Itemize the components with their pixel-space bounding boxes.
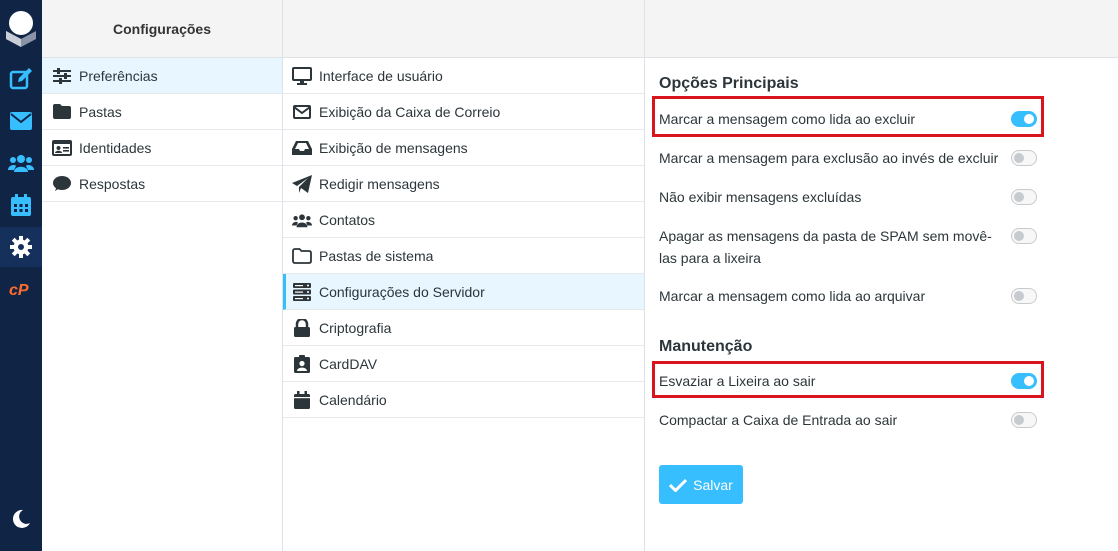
folder-icon [52, 103, 72, 121]
save-button[interactable]: Salvar [659, 465, 743, 504]
panel-title: Configurações [112, 20, 211, 37]
pref-item-encryption[interactable]: Criptografia [283, 310, 644, 346]
comment-icon [52, 175, 72, 193]
option-toggle[interactable] [1011, 228, 1037, 244]
option-label: Não exibir mensagens excluídas [659, 189, 862, 205]
paper-plane-icon [292, 174, 312, 193]
option-label: Apagar as mensagens da pasta de SPAM sem… [659, 228, 992, 266]
panel-header [283, 0, 644, 58]
option-row: Esvaziar a Lixeira ao sair [659, 370, 1037, 392]
sliders-icon [52, 67, 72, 85]
option-row: Marcar a mensagem para exclusão ao invés… [659, 147, 1037, 169]
section-item-label: Preferências [79, 67, 158, 84]
id-card-icon [52, 139, 72, 157]
pref-item-special-folders[interactable]: Pastas de sistema [283, 238, 644, 274]
pref-item-label: Pastas de sistema [319, 247, 434, 264]
pref-item-label: Contatos [319, 211, 376, 228]
pref-item-label: Redigir mensagens [319, 175, 440, 192]
option-toggle[interactable] [1011, 150, 1037, 166]
option-row: Marcar a mensagem como lida ao excluir [659, 108, 1037, 130]
section-title-main-options: Opções Principais [659, 75, 799, 92]
calendar-icon [292, 390, 312, 409]
calendar-icon[interactable] [0, 185, 42, 225]
server-settings-panel: Opções Principais Marcar a mensagem como… [645, 0, 1118, 551]
contacts-icon[interactable] [0, 143, 42, 183]
panel-header: Configurações [42, 0, 282, 58]
folder-open-icon [292, 247, 312, 265]
pref-item-compose[interactable]: Redigir mensagens [283, 166, 644, 202]
pref-item-carddav[interactable]: CardDAV [283, 346, 644, 382]
panel-header [645, 0, 1118, 58]
lock-icon [292, 318, 312, 337]
settings-sections-panel: Configurações Preferências Pastas Identi… [42, 0, 283, 551]
dark-mode-icon[interactable] [0, 499, 42, 539]
server-icon [292, 282, 312, 301]
envelope-icon [292, 103, 312, 121]
option-row: Apagar as mensagens da pasta de SPAM sem… [659, 225, 1037, 269]
section-item-folders[interactable]: Pastas [42, 94, 282, 130]
pref-item-mailbox-view[interactable]: Exibição da Caixa de Correio [283, 94, 644, 130]
pref-item-server-settings[interactable]: Configurações do Servidor [283, 274, 644, 310]
option-toggle[interactable] [1011, 412, 1037, 428]
check-icon [669, 478, 688, 492]
section-item-responses[interactable]: Respostas [42, 166, 282, 202]
section-item-label: Respostas [79, 175, 146, 192]
option-label: Marcar a mensagem como lida ao excluir [659, 111, 915, 127]
app-nav: cP [0, 0, 42, 551]
section-item-preferences[interactable]: Preferências [42, 58, 282, 94]
svg-text:cP: cP [9, 282, 29, 297]
pref-item-label: Exibição de mensagens [319, 139, 468, 156]
option-toggle[interactable] [1011, 288, 1037, 304]
address-card-icon [292, 354, 312, 373]
pref-item-label: Exibição da Caixa de Correio [319, 103, 501, 120]
pref-item-label: Criptografia [319, 319, 392, 336]
cpanel-icon[interactable]: cP [0, 269, 42, 309]
option-label: Esvaziar a Lixeira ao sair [659, 373, 816, 389]
pref-item-calendar[interactable]: Calendário [283, 382, 644, 418]
option-toggle[interactable] [1011, 111, 1037, 127]
settings-icon[interactable] [0, 227, 42, 267]
mail-icon[interactable] [0, 101, 42, 141]
section-item-label: Identidades [79, 139, 152, 156]
compose-icon[interactable] [0, 59, 42, 99]
option-row: Compactar a Caixa de Entrada ao sair [659, 409, 1037, 431]
preferences-sections-panel: Interface de usuário Exibição da Caixa d… [283, 0, 645, 551]
section-item-label: Pastas [79, 103, 122, 120]
pref-item-label: Interface de usuário [319, 67, 443, 84]
option-label: Marcar a mensagem para exclusão ao invés… [659, 150, 999, 166]
inbox-icon [292, 139, 312, 157]
pref-item-label: CardDAV [319, 355, 378, 372]
pref-item-message-view[interactable]: Exibição de mensagens [283, 130, 644, 166]
pref-item-label: Calendário [319, 391, 387, 408]
pref-item-contacts[interactable]: Contatos [283, 202, 644, 238]
roundcube-logo-icon[interactable] [3, 9, 39, 47]
option-label: Marcar a mensagem como lida ao arquivar [659, 288, 926, 304]
pref-item-user-interface[interactable]: Interface de usuário [283, 58, 644, 94]
section-item-identities[interactable]: Identidades [42, 130, 282, 166]
option-toggle[interactable] [1011, 189, 1037, 205]
users-icon [292, 211, 312, 229]
option-label: Compactar a Caixa de Entrada ao sair [659, 412, 898, 428]
option-row: Marcar a mensagem como lida ao arquivar [659, 285, 1037, 307]
monitor-icon [292, 66, 312, 85]
save-button-label: Salvar [693, 476, 733, 493]
pref-item-label: Configurações do Servidor [319, 283, 485, 300]
section-title-maintenance: Manutenção [659, 338, 753, 355]
option-toggle[interactable] [1011, 373, 1037, 389]
option-row: Não exibir mensagens excluídas [659, 186, 1037, 208]
